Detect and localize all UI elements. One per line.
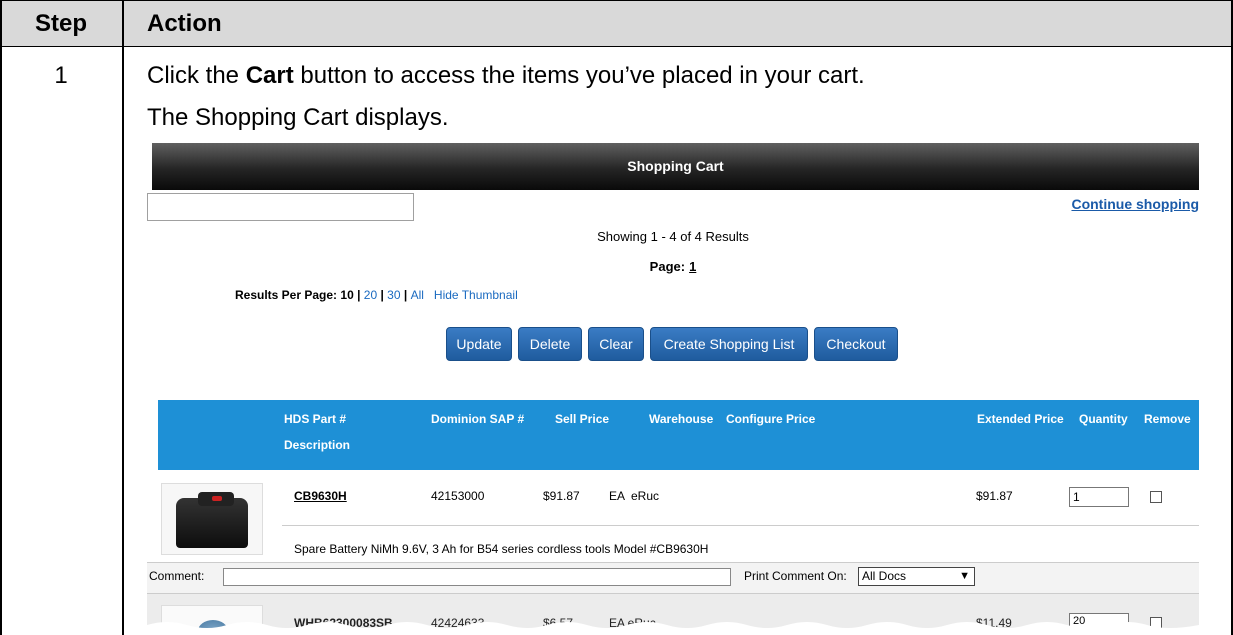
table-border-right [1231,0,1233,635]
header-action: Action [147,10,222,37]
battery-image-button [212,496,222,501]
rpp-label: Results Per Page: [235,288,338,302]
instruction-line-1: Click the Cart button to access the item… [147,62,865,90]
step-number: 1 [54,62,68,89]
cart-title: Shopping Cart [627,158,724,174]
product-thumbnail[interactable] [161,483,263,555]
row-divider [282,525,1199,526]
col-hds-part: HDS Part # [284,412,347,426]
item-warehouse: eRuc [631,489,660,503]
comment-label: Comment: [149,569,205,583]
rpp-20-link[interactable]: 20 [364,288,377,302]
item-extended-price: $91.87 [976,489,1013,503]
rpp-current: 10 [340,288,354,302]
instruction-line-1-suffix: button to access the items you’ve placed… [293,62,865,89]
col-configure-price: Configure Price [726,412,816,426]
instruction-line-2: The Shopping Cart displays. [147,104,449,131]
table-border-left [0,0,2,635]
item-sell-price: $91.87 [543,489,580,503]
continue-shopping-link[interactable]: Continue shopping [1071,196,1199,212]
comment-input[interactable] [223,568,731,586]
col-description: Description [284,438,351,452]
cart-table-header: HDS Part # Description Dominion SAP # Se… [158,400,1199,470]
update-button[interactable]: Update [446,327,512,361]
table-column-divider [122,0,124,635]
print-comment-value: All Docs [862,569,907,583]
col-remove: Remove [1144,412,1191,426]
header-step: Step [34,10,87,37]
instruction-cart-bold: Cart [245,62,294,89]
col-warehouse: Warehouse [649,412,714,426]
page-1-link[interactable]: 1 [689,259,696,274]
rpp-30-link[interactable]: 30 [387,288,400,302]
cart-screenshot: Shopping Cart Continue shopping Showing … [147,143,1199,635]
instruction-line-1-prefix: Click the [147,62,246,89]
torn-edge [147,622,1199,635]
delete-button[interactable]: Delete [518,327,582,361]
hide-thumbnail-link[interactable]: Hide Thumbnail [434,288,518,302]
remove-checkbox[interactable] [1150,491,1162,503]
page-label: Page: [649,259,686,274]
col-extended-price: Extended Price [977,412,1064,426]
col-sell-price: Sell Price [555,412,610,426]
results-per-page: Results Per Page: 10 | 20 | 30 | All Hide… [235,288,518,302]
create-shopping-list-button[interactable]: Create Shopping List [650,327,808,361]
rpp-separator: | [353,288,364,302]
col-dominion-sap: Dominion SAP # [431,412,525,426]
item-part-link[interactable]: CB9630H [294,489,347,503]
rpp-all-link[interactable]: All [411,288,424,302]
chevron-down-icon: ▼ [959,570,970,582]
col-quantity: Quantity [1079,412,1128,426]
item-uom: EA [609,489,626,503]
print-comment-select[interactable]: All Docs ▼ [858,567,975,586]
rpp-separator: | [400,288,411,302]
clear-button[interactable]: Clear [588,327,644,361]
item-description: Spare Battery NiMh 9.6V, 3 Ah for B54 se… [294,542,709,556]
pagination: Page: 1 [147,259,1199,274]
quantity-input[interactable]: 1 [1069,487,1129,507]
cart-search-input[interactable] [147,193,414,221]
checkout-button[interactable]: Checkout [814,327,898,361]
print-comment-label: Print Comment On: [744,569,847,583]
rpp-separator: | [377,288,388,302]
item-sap: 42153000 [431,489,485,503]
results-count: Showing 1 - 4 of 4 Results [597,229,749,244]
